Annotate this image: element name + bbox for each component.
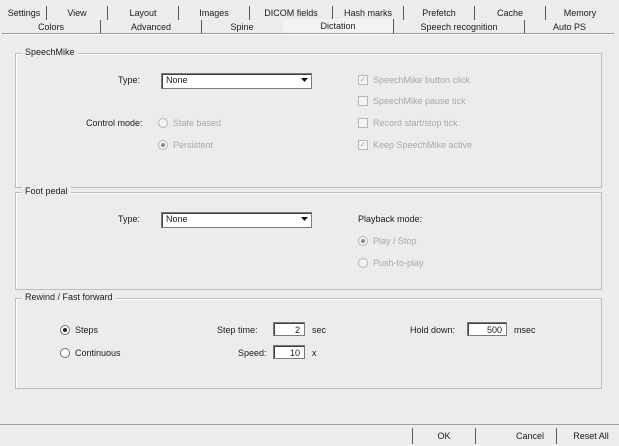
hold-down-unit: msec — [514, 325, 536, 335]
step-time-label: Step time: — [217, 325, 258, 335]
keep-active-checkbox[interactable]: ✓ — [358, 140, 368, 150]
keep-active-label: Keep SpeechMike active — [373, 140, 473, 150]
tab-prefetch[interactable]: Prefetch — [404, 6, 475, 20]
footer-divider — [0, 424, 619, 425]
tab-hash-marks[interactable]: Hash marks — [333, 6, 404, 20]
tab-colors[interactable]: Colors — [2, 20, 101, 34]
tab-view[interactable]: View — [47, 6, 108, 20]
play-stop-radio[interactable] — [358, 236, 368, 246]
rewind-group-title: Rewind / Fast forward — [22, 292, 116, 302]
record-tick-checkbox[interactable] — [358, 118, 368, 128]
pause-tick-label: SpeechMike pause tick — [373, 96, 466, 106]
button-click-label: SpeechMike button click — [373, 75, 471, 85]
tab-spine[interactable]: Spine — [202, 20, 282, 34]
push-to-play-label: Push-to-play — [373, 258, 424, 268]
tab-advanced[interactable]: Advanced — [101, 20, 202, 34]
playback-mode-label: Playback mode: — [358, 214, 423, 224]
foot-pedal-type-label: Type: — [118, 214, 141, 224]
tab-settings[interactable]: Settings — [2, 6, 47, 20]
tab-row-1: Settings View Layout Images DICOM fields… — [2, 6, 614, 20]
button-separator — [556, 428, 557, 444]
tab-memory[interactable]: Memory — [546, 6, 614, 20]
reset-all-button[interactable]: Reset All — [566, 428, 616, 444]
hold-down-label: Hold down: — [410, 325, 456, 335]
tab-speech-recognition[interactable]: Speech recognition — [394, 20, 525, 34]
step-time-input[interactable]: 2 — [273, 322, 305, 336]
ok-button[interactable]: OK — [413, 428, 475, 444]
tab-cache[interactable]: Cache — [475, 6, 546, 20]
speechmike-type-value: None — [166, 75, 188, 85]
speed-input[interactable]: 10 — [273, 345, 305, 359]
state-based-radio[interactable] — [158, 118, 168, 128]
tab-dicom-fields[interactable]: DICOM fields — [250, 6, 333, 20]
steps-radio[interactable] — [60, 325, 70, 335]
speechmike-group-title: SpeechMike — [22, 47, 78, 57]
chevron-down-icon — [299, 75, 309, 85]
button-separator — [475, 428, 476, 444]
rewind-group: Rewind / Fast forward Steps Continuous S… — [15, 292, 602, 389]
state-based-label: State based — [173, 118, 222, 128]
speechmike-group: SpeechMike Type: None Control mode: Stat… — [15, 47, 602, 188]
speed-label: Speed: — [238, 348, 267, 358]
tab-images[interactable]: Images — [179, 6, 250, 20]
control-mode-label: Control mode: — [86, 118, 143, 128]
button-click-checkbox[interactable]: ✓ — [358, 75, 368, 85]
foot-pedal-type-select[interactable]: None — [161, 212, 312, 228]
speechmike-type-label: Type: — [118, 75, 141, 85]
tab-row-2: Colors Advanced Spine Dictation Speech r… — [2, 19, 614, 34]
record-tick-label: Record start/stop tick — [373, 118, 458, 128]
hold-down-input[interactable]: 500 — [467, 322, 507, 336]
push-to-play-radio[interactable] — [358, 258, 368, 268]
chevron-down-icon — [299, 214, 309, 224]
dictation-panel: SpeechMike Type: None Control mode: Stat… — [5, 34, 613, 405]
foot-pedal-group: Foot pedal Type: None Playback mode: Pla… — [15, 186, 602, 290]
continuous-radio[interactable] — [60, 348, 70, 358]
continuous-label: Continuous — [75, 348, 121, 358]
speed-unit: x — [312, 348, 317, 358]
tab-layout[interactable]: Layout — [108, 6, 179, 20]
pause-tick-checkbox[interactable] — [358, 96, 368, 106]
persistent-label: Persistent — [173, 140, 214, 150]
tab-auto-ps[interactable]: Auto PS — [525, 20, 614, 34]
play-stop-label: Play / Stop — [373, 236, 417, 246]
persistent-radio[interactable] — [158, 140, 168, 150]
tab-dictation[interactable]: Dictation — [283, 19, 394, 34]
speechmike-type-select[interactable]: None — [161, 73, 312, 89]
foot-pedal-group-title: Foot pedal — [22, 186, 71, 196]
step-time-unit: sec — [312, 325, 327, 335]
steps-label: Steps — [75, 325, 99, 335]
foot-pedal-type-value: None — [166, 214, 188, 224]
cancel-button[interactable]: Cancel — [508, 428, 552, 444]
